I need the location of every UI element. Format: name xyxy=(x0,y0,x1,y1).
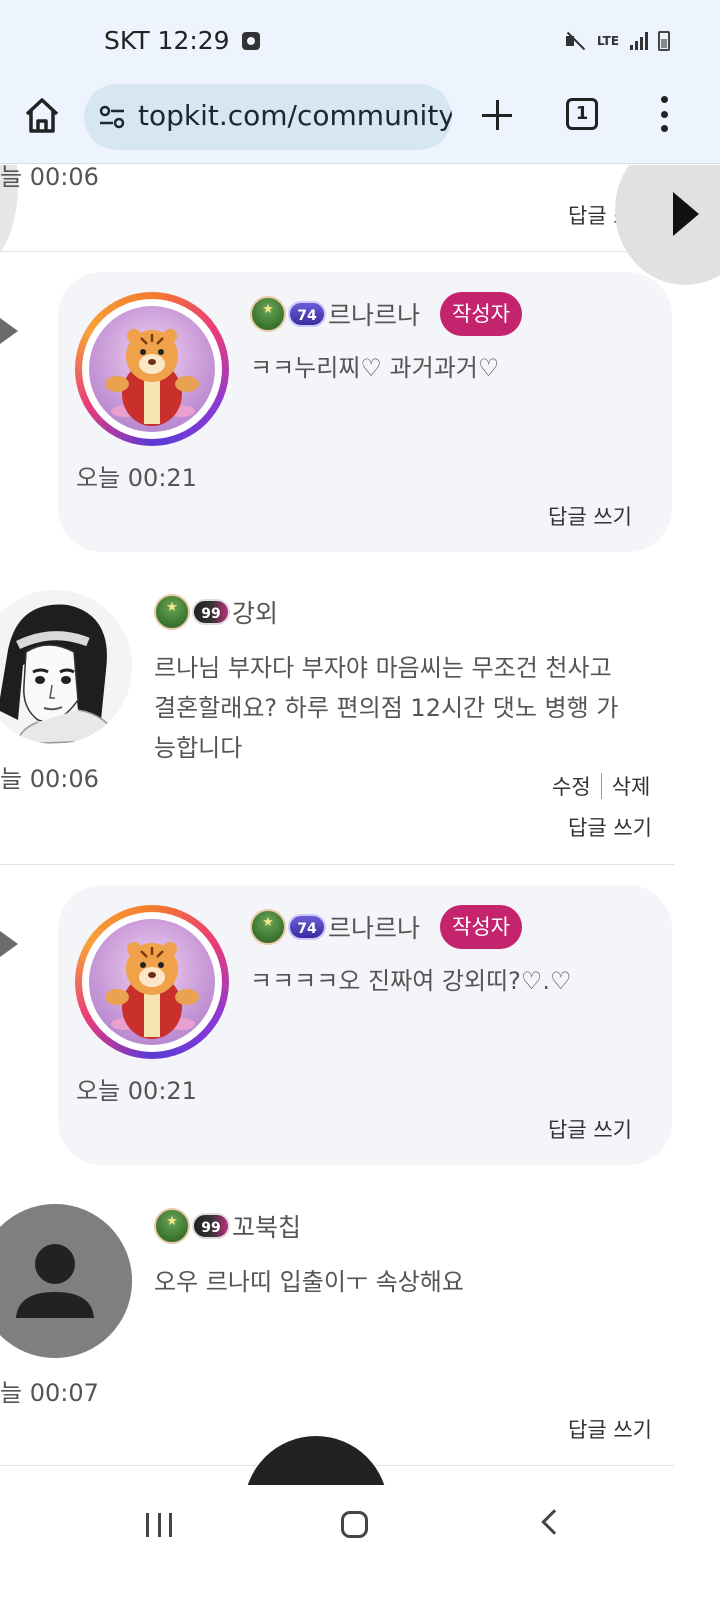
author-row: 74 르나르나 작성자 xyxy=(250,905,522,949)
author-row: 99 꼬북칩 xyxy=(154,1206,301,1246)
comment-time: 오늘 00:21 xyxy=(76,1077,197,1105)
comment-time: 오늘 00:21 xyxy=(76,464,197,492)
tab-switcher-button[interactable]: 1 xyxy=(566,98,598,130)
author-name[interactable]: 르나르나 xyxy=(328,296,420,332)
delete-button[interactable]: 삭제 xyxy=(612,771,651,801)
comment-text-line: 결혼할래요? 하루 편의점 12시간 댓노 병행 가 xyxy=(154,694,619,722)
url-text[interactable]: topkit.com/community xyxy=(138,99,452,132)
floating-next-button[interactable] xyxy=(615,165,720,285)
reply-arrow-icon xyxy=(0,931,18,957)
avatar-ring[interactable] xyxy=(75,905,229,1059)
comment-text-line: 르나님 부자다 부자야 마음씨는 무조건 천사고 xyxy=(154,654,612,682)
system-nav-bar xyxy=(0,1485,720,1600)
new-tab-button[interactable] xyxy=(480,98,514,132)
address-bar[interactable]: topkit.com/community xyxy=(84,84,452,150)
default-avatar[interactable] xyxy=(0,1204,132,1358)
comment-text: ㅋㅋ누리찌♡ 과거과거♡ xyxy=(250,354,500,382)
comment-text-line: 능합니다 xyxy=(154,734,243,762)
rank-badge-icon xyxy=(154,594,190,630)
battery-icon xyxy=(658,31,670,51)
status-bar: SKT 12:29 LTE xyxy=(0,0,720,84)
lte-indicator: LTE xyxy=(596,33,620,48)
author-name[interactable]: 르나르나 xyxy=(328,909,420,945)
status-left: SKT 12:29 xyxy=(104,26,260,55)
comment-list: 늘 00:06 답글 쓰기 ★ 74 르나르나 작성자 ㅋㅋ누리찌♡ 과거과거♡… xyxy=(0,165,720,1485)
back-button[interactable] xyxy=(541,1509,567,1535)
alarm-icon xyxy=(241,31,260,50)
mute-icon xyxy=(564,30,586,52)
recents-button[interactable] xyxy=(146,1513,172,1537)
author-name[interactable]: 꼬북칩 xyxy=(232,1208,301,1244)
reply-card: 74 르나르나 작성자 ㅋㅋㅋㅋ오 진짜여 강외띠?♡.♡ 오늘 00:21 답… xyxy=(58,885,672,1165)
edit-button[interactable]: 수정 xyxy=(552,771,591,801)
reply-link[interactable]: 답글 쓰기 xyxy=(548,1114,632,1144)
status-right: LTE xyxy=(564,30,670,52)
play-arrow-icon xyxy=(673,192,699,236)
rank-badge-icon xyxy=(154,1208,190,1244)
author-row: 74 르나르나 작성자 xyxy=(250,292,522,336)
comment-time: 늘 00:06 xyxy=(0,165,99,191)
site-info-icon[interactable] xyxy=(98,104,126,130)
reply-link[interactable]: 답글 쓰기 xyxy=(548,501,632,531)
author-row: 99 강외 xyxy=(154,592,278,632)
level-badge: 74 xyxy=(288,914,326,940)
reply-arrow-icon xyxy=(0,318,18,344)
floating-action-button[interactable] xyxy=(244,1436,388,1485)
reply-card: 74 르나르나 작성자 ㅋㅋ누리찌♡ 과거과거♡ 오늘 00:21 답글 쓰기 xyxy=(58,272,672,552)
comment-text: ㅋㅋㅋㅋ오 진짜여 강외띠?♡.♡ xyxy=(250,967,572,995)
person-icon xyxy=(0,1204,132,1358)
level-badge: 74 xyxy=(288,301,326,327)
reply-link[interactable]: 답글 쓰기 xyxy=(568,1414,652,1444)
level-badge: 99 xyxy=(192,599,230,625)
home-icon xyxy=(25,98,59,133)
rank-badge-icon xyxy=(250,296,286,332)
home-button[interactable] xyxy=(22,94,62,138)
tiger-avatar xyxy=(89,919,215,1045)
author-name[interactable]: 강외 xyxy=(232,594,278,630)
home-nav-button[interactable] xyxy=(341,1511,368,1538)
comment-time: 늘 00:07 xyxy=(0,1379,99,1407)
signal-icon xyxy=(630,32,648,50)
manga-avatar xyxy=(0,590,132,744)
browser-toolbar: topkit.com/community 1 xyxy=(0,84,720,164)
author-tag-badge: 작성자 xyxy=(440,292,522,336)
comment-text: 오우 르나띠 입출이ㅜ 속상해요 xyxy=(154,1268,464,1296)
rank-badge-icon xyxy=(250,909,286,945)
reply-link[interactable]: 답글 쓰기 xyxy=(568,812,652,842)
divider xyxy=(0,251,674,252)
edit-actions: 수정 삭제 xyxy=(552,771,650,801)
author-tag-badge: 작성자 xyxy=(440,905,522,949)
tiger-avatar xyxy=(89,306,215,432)
user-avatar[interactable] xyxy=(0,590,132,744)
comment-time: 늘 00:06 xyxy=(0,765,99,793)
carrier-time: SKT 12:29 xyxy=(104,26,230,55)
avatar-ring[interactable] xyxy=(75,292,229,446)
action-separator xyxy=(600,773,602,799)
more-menu-button[interactable] xyxy=(657,96,671,132)
level-badge: 99 xyxy=(192,1213,230,1239)
divider xyxy=(0,864,674,865)
